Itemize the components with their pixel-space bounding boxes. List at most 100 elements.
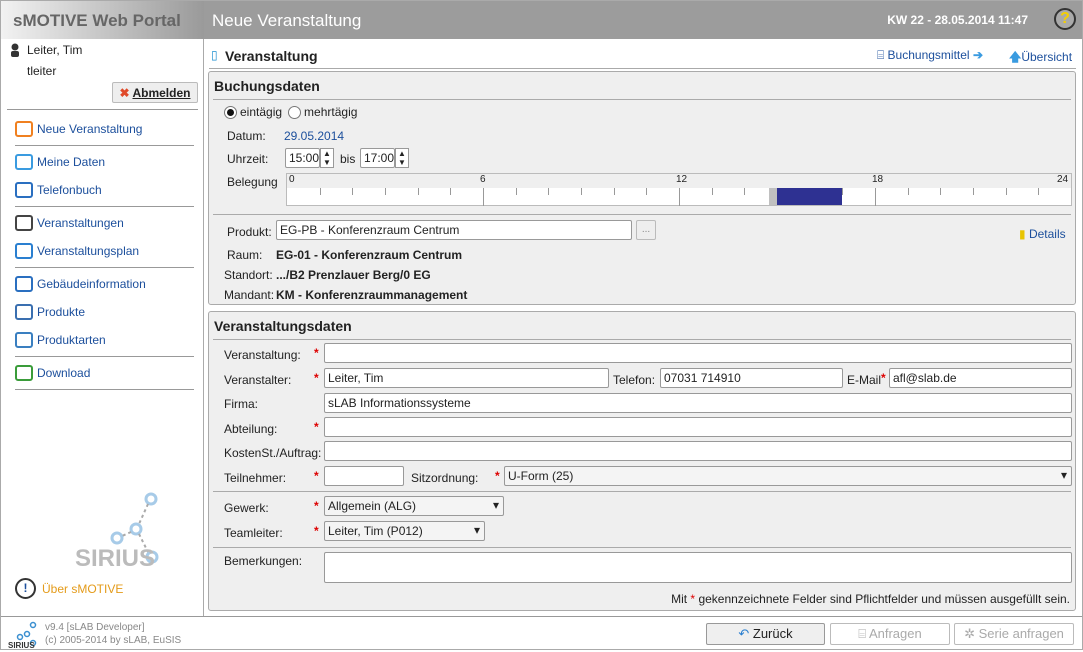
abteilung-input[interactable] (324, 417, 1072, 437)
field-label: Teamleiter: (224, 526, 283, 540)
logout-button[interactable]: ✖ Abmelden (112, 82, 198, 103)
series-icon: ✲ (964, 626, 975, 641)
axis-tick-label: 12 (676, 174, 688, 185)
about-link[interactable]: ! Über sMOTIVE (15, 578, 123, 599)
request-button[interactable]: ⌸ Anfragen (830, 623, 950, 645)
close-icon: ✖ (119, 86, 130, 100)
sirius-logo: SIRIUS (73, 491, 163, 574)
info-icon: ! (15, 578, 36, 599)
field-label: Veranstalter: (224, 373, 292, 387)
hour-tick (973, 188, 974, 195)
bemerkungen-textarea[interactable] (324, 552, 1072, 583)
sitzordnung-select[interactable]: U-Form (25) (504, 466, 1072, 486)
sidebar-item-neue-veranstaltung[interactable]: Neue Veranstaltung (15, 117, 142, 141)
veranstalter-input[interactable]: Leiter, Tim (324, 368, 609, 388)
field-label: E-Mail (847, 373, 882, 387)
buchungsmittel-link[interactable]: ⌸ Buchungsmittel ➔ (877, 48, 983, 63)
hour-tick (613, 188, 615, 195)
sidebar-item-veranstaltungen[interactable]: Veranstaltungen (15, 211, 124, 235)
field-label: Sitzordnung: (411, 471, 479, 485)
required-star: * (314, 420, 319, 434)
field-label: Bemerkungen: (224, 554, 303, 568)
products-icon (15, 304, 33, 320)
footer: SIRIUS v9.4 [sLAB Developer] (c) 2005-20… (1, 616, 1082, 652)
teamleiter-select[interactable]: Leiter, Tim (P012) (324, 521, 485, 541)
hour-tick (1005, 188, 1007, 195)
series-request-button[interactable]: ✲ Serie anfragen (954, 623, 1074, 645)
standort-value: .../B2 Prenzlauer Berg/0 EG (276, 268, 431, 282)
required-star: * (495, 469, 500, 483)
user-name: Leiter, Tim (27, 43, 83, 57)
field-label: Veranstaltung: (224, 348, 301, 362)
hour-tick (940, 188, 942, 195)
required-star: * (881, 371, 886, 385)
field-label: KostenSt./Auftrag: (224, 446, 322, 460)
main-header: ▯ Veranstaltung ⌸ Buchungsmittel ➔ 🡅Über… (209, 43, 1076, 69)
details-link[interactable]: ▮ Details (1019, 227, 1066, 241)
sidebar-item-telefonbuch[interactable]: Telefonbuch (15, 178, 102, 202)
download-icon (15, 365, 33, 381)
new-event-icon: ⌸ (858, 626, 867, 641)
axis-tick-label: 24 (1057, 174, 1069, 185)
buffer-block (768, 188, 777, 205)
sirius-small-logo: SIRIUS (7, 621, 37, 652)
user-login: tleiter (27, 64, 57, 78)
telefon-input[interactable]: 07031 714910 (660, 368, 843, 388)
sidebar-item-produkte[interactable]: Produkte (15, 300, 85, 324)
axis-tick-label: 6 (480, 174, 486, 185)
kosten-input[interactable] (324, 441, 1072, 461)
hour-tick (417, 188, 419, 195)
sidebar-item-produktarten[interactable]: Produktarten (15, 328, 106, 352)
arrow-up-icon: 🡅 (1009, 50, 1022, 64)
gewerk-select[interactable]: Allgemein (ALG) (324, 496, 504, 516)
back-button[interactable]: ↶ Zurück (706, 623, 825, 645)
radio-eintaegig[interactable] (224, 105, 237, 119)
hour-tick (483, 188, 484, 206)
required-star: * (314, 524, 319, 538)
clipboard-icon: ▯ (211, 48, 218, 62)
radio-mehrtaegig[interactable] (288, 105, 302, 119)
current-date: KW 22 - 28.05.2014 11:47 (887, 13, 1028, 27)
user-icon (10, 43, 20, 57)
required-star: * (314, 499, 319, 513)
axis-tick-label: 0 (289, 174, 295, 185)
field-label: Firma: (224, 397, 258, 411)
produkt-input[interactable]: EG-PB - Konferenzraum Centrum (276, 220, 632, 240)
veranstaltung-input[interactable] (324, 343, 1072, 363)
email-input[interactable]: afl@slab.de (889, 368, 1072, 388)
veranstaltungsdaten-panel: Veranstaltungsdaten Veranstaltung: * Veran… (208, 311, 1076, 611)
building-icon (15, 276, 33, 292)
datum-value: 29.05.2014 (284, 129, 345, 143)
required-note: Mit * gekennzeichnete Felder sind Pflich… (671, 592, 1070, 606)
time-to-stepper[interactable]: ▲ ▼ (395, 148, 409, 168)
time-to-input[interactable]: 17:00 (360, 148, 395, 168)
svg-text:SIRIUS: SIRIUS (75, 545, 155, 571)
teilnehmer-input[interactable] (324, 466, 404, 486)
hour-tick (1038, 188, 1040, 195)
main-title: Veranstaltung (225, 48, 318, 64)
sidebar-item-meine-daten[interactable]: Meine Daten (15, 150, 105, 174)
help-icon[interactable]: ? (1054, 8, 1076, 30)
user-icon (15, 154, 33, 170)
firma-input[interactable]: sLAB Informationssysteme (324, 393, 1072, 413)
app-title: sMOTIVE Web Portal (1, 1, 204, 39)
plan-icon (15, 243, 33, 259)
svg-text:SIRIUS: SIRIUS (8, 641, 35, 649)
field-label: Gewerk: (224, 501, 269, 515)
hour-tick (319, 188, 321, 195)
hour-tick (581, 188, 582, 195)
sidebar-item-gebäudeinformation[interactable]: Gebäudeinformation (15, 272, 146, 296)
hour-tick (842, 188, 844, 195)
hour-tick (352, 188, 354, 195)
time-from-input[interactable]: 15:00 (285, 148, 320, 168)
sidebar-item-download[interactable]: Download (15, 361, 90, 385)
section-title: Buchungsdaten (214, 78, 320, 94)
produkt-browse-button[interactable]: ... (636, 220, 656, 240)
field-label: Telefon: (613, 373, 656, 387)
occupancy-bar: 0 6 12 18 24 (286, 173, 1072, 206)
arrow-right-icon: ➔ (972, 48, 983, 62)
sidebar-item-veranstaltungsplan[interactable]: Veranstaltungsplan (15, 239, 139, 263)
time-from-stepper[interactable]: ▲ ▼ (320, 148, 334, 168)
uebersicht-link[interactable]: 🡅Übersicht (1009, 48, 1072, 69)
hour-tick (875, 188, 876, 206)
